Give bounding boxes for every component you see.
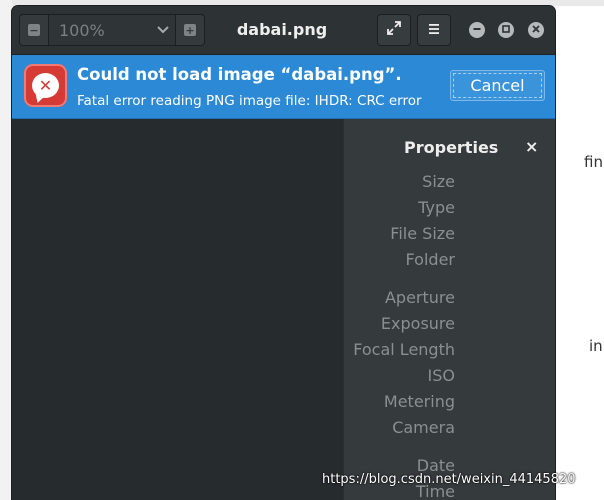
property-label-size: Size (422, 172, 455, 191)
background-page-left (0, 0, 12, 500)
zoom-in-button[interactable]: + (176, 15, 204, 45)
property-label-file-size: File Size (390, 224, 455, 243)
property-label-camera: Camera (392, 418, 455, 437)
maximize-icon (502, 24, 510, 36)
error-title: Could not load image “dabai.png”. (77, 65, 402, 84)
properties-sidebar: Properties × Size Type File Size Folder … (343, 119, 555, 500)
window-title: dabai.png (236, 20, 328, 39)
property-label-type: Type (418, 198, 455, 217)
image-canvas[interactable] (12, 119, 343, 500)
maximize-button[interactable] (498, 22, 514, 38)
minus-icon: − (28, 23, 40, 37)
menu-button[interactable] (417, 14, 451, 46)
close-icon: × (525, 137, 539, 156)
background-text-fragment: fin (584, 153, 603, 171)
error-icon: ✕ (24, 64, 67, 107)
plus-icon: + (184, 23, 196, 37)
zoom-value: 100% (59, 20, 105, 40)
properties-title: Properties (404, 138, 499, 157)
fullscreen-button[interactable] (377, 14, 411, 46)
fullscreen-icon (386, 20, 402, 40)
hamburger-menu-icon (428, 21, 440, 39)
background-text-fragment: in (589, 337, 603, 355)
minimize-button[interactable] (469, 22, 485, 38)
zoom-control: − 100% + (19, 14, 205, 46)
cancel-button[interactable]: Cancel (450, 70, 545, 101)
zoom-out-button[interactable]: − (20, 15, 48, 45)
chevron-down-icon (157, 23, 169, 37)
property-label-iso: ISO (427, 366, 455, 385)
close-button[interactable] (528, 22, 544, 38)
property-label-focal-length: Focal Length (353, 340, 455, 359)
close-icon (532, 24, 540, 36)
property-label-metering: Metering (383, 392, 455, 411)
zoom-dropdown[interactable]: 100% (48, 15, 176, 45)
close-properties-button[interactable]: × (525, 137, 538, 156)
error-infobar: ✕ Could not load image “dabai.png”. Fata… (12, 55, 555, 119)
property-label-aperture: Aperture (384, 288, 455, 307)
error-message: Fatal error reading PNG image file: IHDR… (77, 93, 422, 109)
watermark-text: https://blog.csdn.net/weixin_44145820 (322, 472, 576, 487)
property-label-exposure: Exposure (380, 314, 455, 333)
minimize-icon (473, 25, 481, 36)
property-label-folder: Folder (405, 250, 455, 269)
header-bar: − 100% + dabai.png (12, 6, 555, 55)
image-viewer-window: − 100% + dabai.png ✕ Could not load imag… (12, 6, 555, 500)
